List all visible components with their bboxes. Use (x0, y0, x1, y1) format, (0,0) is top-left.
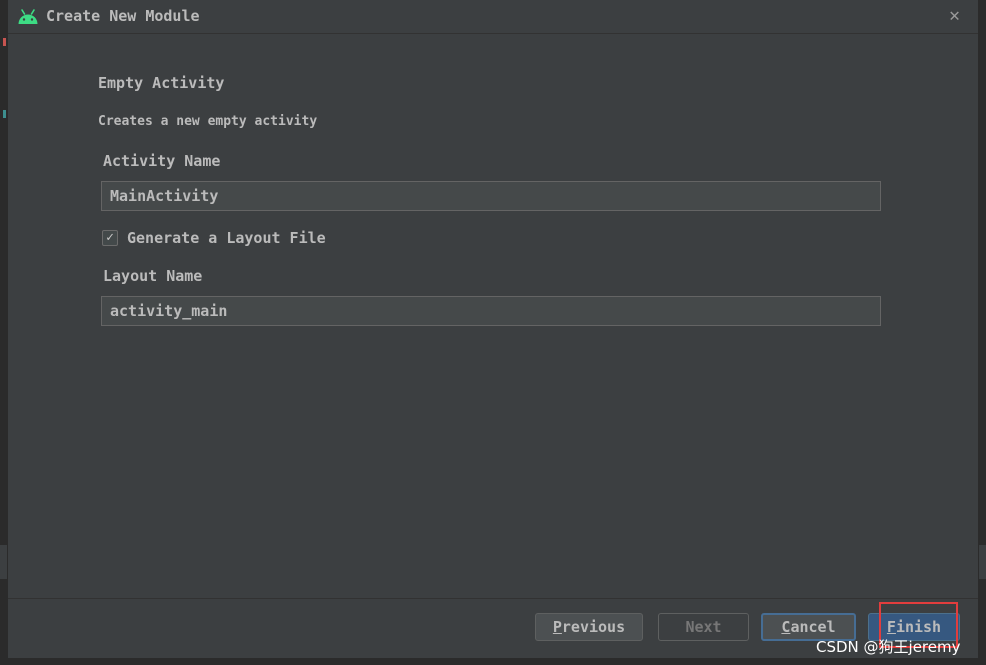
dialog-title-bar: Create New Module ✕ (8, 0, 978, 34)
cancel-mnemonic: C (781, 618, 791, 636)
generate-layout-label[interactable]: Generate a Layout File (127, 229, 326, 247)
generate-layout-row[interactable]: ✓ Generate a Layout File (102, 229, 326, 247)
create-module-dialog: Create New Module ✕ Empty Activity Creat… (8, 0, 978, 658)
ide-gutter-marker (3, 110, 6, 118)
ide-error-marker (3, 38, 6, 46)
layout-name-input[interactable] (101, 296, 881, 326)
previous-button[interactable]: Previous (535, 613, 643, 641)
previous-label-rest: revious (561, 618, 626, 636)
dialog-title: Create New Module (46, 7, 200, 25)
previous-mnemonic: P (552, 618, 562, 636)
template-description: Creates a new empty activity (98, 114, 318, 129)
next-button[interactable]: Next (658, 613, 749, 641)
cancel-label-rest: ancel (790, 618, 836, 636)
finish-button[interactable]: Finish (868, 613, 960, 641)
template-heading: Empty Activity (98, 74, 225, 92)
finish-mnemonic: F (886, 618, 896, 636)
cancel-button[interactable]: Cancel (761, 613, 856, 641)
dialog-footer: Previous Next Cancel Finish (8, 598, 978, 659)
activity-name-label: Activity Name (103, 152, 221, 170)
layout-name-label: Layout Name (103, 267, 203, 285)
close-icon[interactable]: ✕ (949, 5, 960, 26)
activity-name-input[interactable] (101, 181, 881, 211)
finish-label-rest: inish (895, 618, 942, 636)
generate-layout-checkbox[interactable]: ✓ (102, 230, 118, 246)
android-icon (17, 8, 39, 26)
next-label: Next (685, 618, 722, 636)
